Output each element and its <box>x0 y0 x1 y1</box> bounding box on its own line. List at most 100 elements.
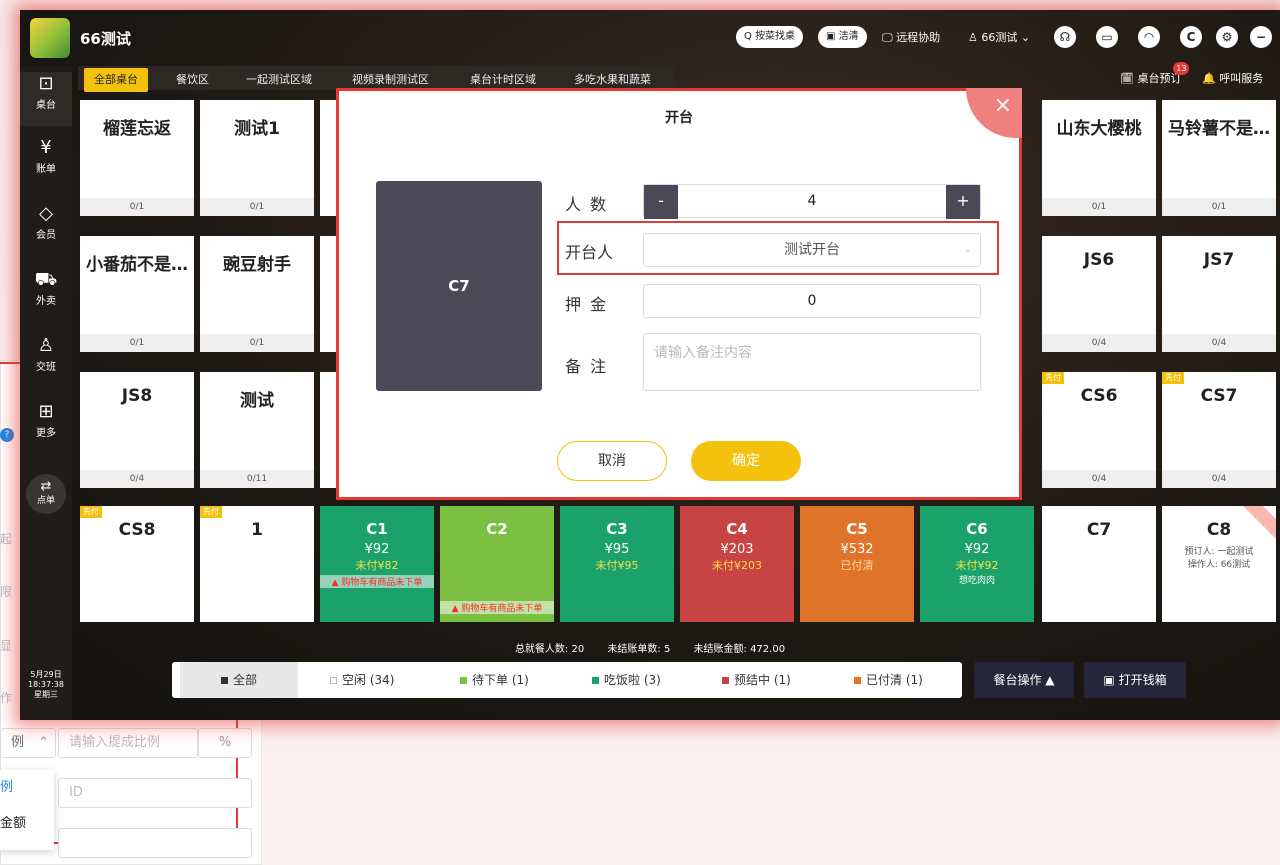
warning-icon: ▲ <box>331 578 339 588</box>
shop-name: 66测试 <box>80 30 131 48</box>
table-card[interactable]: 测试1 0/1 <box>200 100 314 216</box>
calendar-icon: 🗓 <box>1120 72 1134 85</box>
tab-all-tables[interactable]: 全部桌台 <box>84 68 148 92</box>
help-icon[interactable]: ? <box>0 428 14 442</box>
bg-id-input[interactable]: ID <box>58 778 252 808</box>
bg-ratio-select[interactable]: 例 ⌃ <box>0 728 56 758</box>
filter-eating[interactable]: 吃饭啦 (3) <box>592 662 661 698</box>
more-icon: ⊞ <box>38 401 54 422</box>
summary-bar: 总就餐人数: 20 未结账单数: 5 未结账金额: 472.00 <box>514 644 786 655</box>
deposit-input[interactable]: 0 <box>643 284 981 318</box>
bg-percent-suffix: % <box>198 728 252 758</box>
bg-fragment-4: 作 <box>0 691 13 705</box>
remote-assist-button[interactable]: 🖵 远程协助 <box>882 29 940 45</box>
table-card-c4[interactable]: C4 ¥203 未付¥203 <box>680 506 794 622</box>
chevron-up-icon: ⌃ <box>38 735 49 750</box>
status-filter-bar: 全部 空闲 (34) 待下单 (1) 吃饭啦 (3) 预结中 (1) 已付清 (… <box>172 662 962 698</box>
table-card-c5[interactable]: C5 ¥532 已付清 <box>800 506 914 622</box>
sidebar-item-table[interactable]: ⊡ 桌台 <box>20 72 72 126</box>
user-icon: ♙ <box>968 31 978 44</box>
swap-icon: ⇄ <box>40 479 52 494</box>
datetime-display: 5月29日 18:37:38 星期三 <box>28 670 64 699</box>
bell-icon: 🔔 <box>1202 72 1216 85</box>
table-icon: ⊡ <box>38 73 54 94</box>
table-card-c1[interactable]: C1 ¥92 未付¥82 ▲ 购物车有商品未下单 <box>320 506 434 622</box>
sidebar-item-shift[interactable]: ♙ 交班 <box>20 334 72 373</box>
chevron-down-icon: ⌄ <box>1020 31 1031 44</box>
table-card[interactable]: 先付 CS6 0/4 <box>1042 372 1156 488</box>
table-card-c6[interactable]: C6 ¥92 未付¥92 想吃肉肉 <box>920 506 1034 622</box>
member-icon: ◇ <box>39 203 53 224</box>
chevron-down-icon: ⌄ <box>963 244 972 255</box>
table-card[interactable]: 山东大樱桃 0/1 <box>1042 100 1156 216</box>
pos-window: 66测试 Q 按菜找桌 ▣ 洁清 🖵 远程协助 ♙ 66测试 ⌄ ☊ ▭ ◠ C… <box>20 10 1280 720</box>
filter-pre-checkout[interactable]: 预结中 (1) <box>722 662 791 698</box>
table-card[interactable]: 豌豆射手 0/1 <box>200 236 314 352</box>
shop-logo <box>30 18 70 58</box>
table-card[interactable]: JS7 0/4 <box>1162 236 1276 352</box>
decrement-button[interactable]: - <box>644 185 678 219</box>
table-card[interactable]: 榴莲忘返 0/1 <box>80 100 194 216</box>
table-card[interactable]: 马铃薯不是… 0/1 <box>1162 100 1276 216</box>
call-service-button[interactable]: 🔔 呼叫服务 <box>1196 68 1269 90</box>
table-card[interactable]: JS8 0/4 <box>80 372 194 488</box>
bg-fragment-3: 显 <box>0 639 13 653</box>
table-card-c2[interactable]: C2 ▲ 购物车有商品未下单 <box>440 506 554 622</box>
filter-all[interactable]: 全部 <box>180 662 298 698</box>
monitor-icon: 🖵 <box>882 31 893 44</box>
open-table-dialog: 开台 × C7 人 数 - 4 + 开台人 测试开台 ⌄ 押 金 0 备 注 请输… <box>336 88 1022 500</box>
minimize-icon[interactable]: − <box>1250 26 1272 48</box>
table-card[interactable]: 小番茄不是… 0/1 <box>80 236 194 352</box>
bg-ratio-input[interactable]: 请输入提成比例 <box>58 728 198 758</box>
filter-idle[interactable]: 空闲 (34) <box>330 662 394 698</box>
sidebar-item-takeout[interactable]: ⛟ 外卖 <box>20 268 72 307</box>
takeout-icon: ⛟ <box>34 269 58 290</box>
tab-test-area[interactable]: 一起测试区域 <box>236 68 322 92</box>
close-icon[interactable]: × <box>966 88 1022 138</box>
table-card-c7[interactable]: C7 <box>1042 506 1156 622</box>
user-menu[interactable]: ♙ 66测试 ⌄ <box>968 29 1030 45</box>
settings-icon[interactable]: ⚙ <box>1216 26 1238 48</box>
sidebar-item-bill[interactable]: ¥ 账单 <box>20 136 72 175</box>
table-card-c8[interactable]: C8 预订人: 一起测试 操作人: 66测试 <box>1162 506 1276 622</box>
note-textarea[interactable]: 请输入备注内容 <box>643 333 981 391</box>
opener-select[interactable]: 测试开台 ⌄ <box>643 233 981 267</box>
table-card[interactable]: 先付 1 <box>200 506 314 622</box>
increment-button[interactable]: + <box>946 185 980 219</box>
table-preview: C7 <box>376 181 542 391</box>
filter-paid[interactable]: 已付清 (1) <box>854 662 923 698</box>
reserve-badge: 13 <box>1173 62 1190 75</box>
table-card[interactable]: JS6 0/4 <box>1042 236 1156 352</box>
table-card[interactable]: 先付 CS8 <box>80 506 194 622</box>
sidebar-item-more[interactable]: ⊞ 更多 <box>20 400 72 439</box>
table-ops-button[interactable]: 餐台操作 ▲ <box>974 662 1074 698</box>
search-by-dish-button[interactable]: Q 按菜找桌 <box>736 26 804 48</box>
clean-button[interactable]: ▣ 洁清 <box>818 26 867 48</box>
dialog-title: 开台 <box>665 110 693 126</box>
bg-dropdown-item[interactable]: 例 <box>0 770 54 806</box>
open-cashbox-button[interactable]: ▣ 打开钱箱 <box>1084 662 1186 698</box>
refresh-icon[interactable]: C <box>1180 26 1202 48</box>
screen-icon[interactable]: ▭ <box>1096 26 1118 48</box>
bg-fragment-1: 起 <box>0 532 13 546</box>
clean-icon: ▣ <box>826 31 836 42</box>
order-button[interactable]: ⇄ 点单 <box>26 474 66 514</box>
table-card[interactable]: 先付 CS7 0/4 <box>1162 372 1276 488</box>
table-card-c3[interactable]: C3 ¥95 未付¥95 <box>560 506 674 622</box>
wifi-icon[interactable]: ◠ <box>1138 26 1160 48</box>
search-icon: Q <box>744 31 752 42</box>
reserve-button[interactable]: 🗓 桌台预订 13 <box>1114 62 1190 90</box>
bg-fragment-2: 限 <box>0 585 13 599</box>
sidebar-item-member[interactable]: ◇ 会员 <box>20 202 72 241</box>
people-stepper[interactable]: - 4 + <box>643 184 981 219</box>
bg-extra-input[interactable] <box>58 828 252 858</box>
shift-icon: ♙ <box>37 335 55 356</box>
headset-icon[interactable]: ☊ <box>1054 26 1076 48</box>
table-card[interactable]: 测试 0/11 <box>200 372 314 488</box>
confirm-button[interactable]: 确定 <box>691 441 801 481</box>
filter-to-order[interactable]: 待下单 (1) <box>460 662 529 698</box>
opener-label: 开台人 <box>565 243 614 262</box>
cancel-button[interactable]: 取消 <box>557 441 667 481</box>
bg-dropdown-item[interactable]: 金额 <box>0 806 54 842</box>
tab-dining[interactable]: 餐饮区 <box>166 68 219 92</box>
